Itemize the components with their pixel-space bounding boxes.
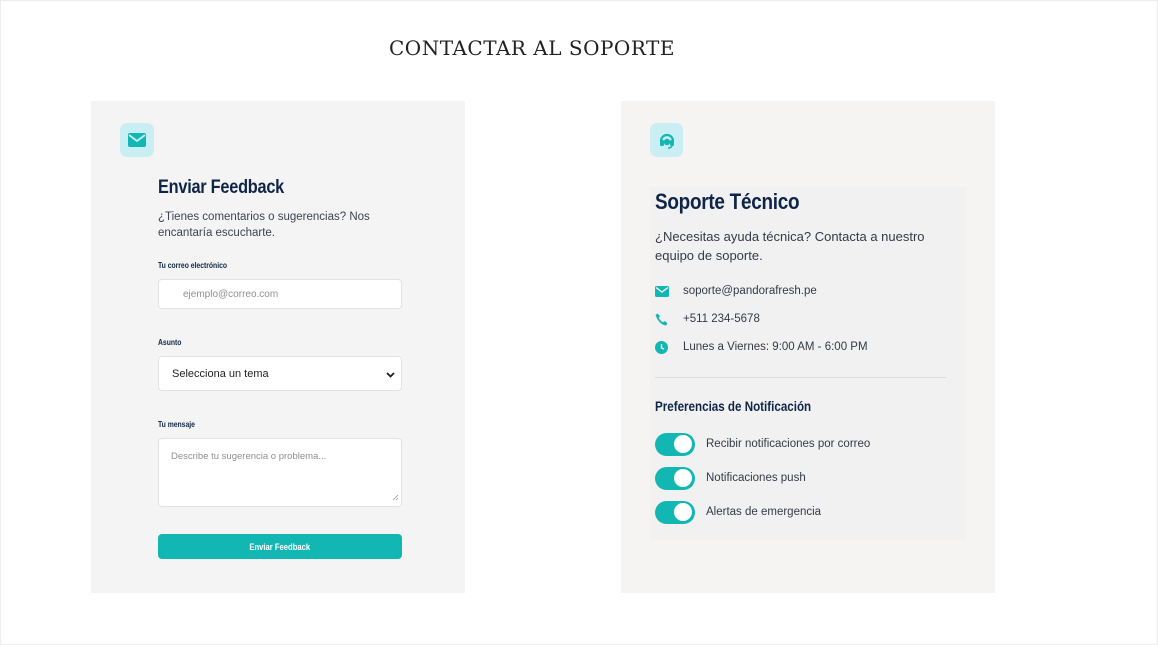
toggle-row-email: Recibir notificaciones por correo xyxy=(655,427,946,461)
contact-list: soporte@pandorafresh.pe +511 234-5678 Lu… xyxy=(655,277,946,361)
notification-toggles: Recibir notificaciones por correo Notifi… xyxy=(655,427,946,529)
contact-phone: +511 234-5678 xyxy=(655,305,946,333)
support-content: Soporte Técnico ¿Necesitas ayuda técnica… xyxy=(655,189,946,529)
phone-icon xyxy=(655,313,683,326)
subject-label: Asunto xyxy=(158,338,182,347)
push-notifications-toggle[interactable] xyxy=(655,466,695,490)
submit-feedback-button[interactable]: Enviar Feedback xyxy=(158,534,402,559)
resize-grip-icon[interactable] xyxy=(392,493,399,504)
page-title: CONTACTAR AL SOPORTE xyxy=(389,36,675,60)
email-notifications-label: Recibir notificaciones por correo xyxy=(706,438,871,450)
feedback-card: Enviar Feedback ¿Tienes comentarios o su… xyxy=(91,101,465,593)
support-card: Soporte Técnico ¿Necesitas ayuda técnica… xyxy=(621,101,995,593)
headset-icon xyxy=(650,123,683,157)
email-notifications-toggle[interactable] xyxy=(655,432,695,456)
toggle-row-push: Notificaciones push xyxy=(655,461,946,495)
support-description: ¿Necesitas ayuda técnica? Contacta a nue… xyxy=(655,229,925,263)
contact-email: soporte@pandorafresh.pe xyxy=(655,277,946,305)
submit-feedback-label: Enviar Feedback xyxy=(249,541,311,552)
message-textarea[interactable]: Describe tu sugerencia o problema... xyxy=(158,438,402,507)
contact-email-text[interactable]: soporte@pandorafresh.pe xyxy=(683,285,817,297)
push-notifications-label: Notificaciones push xyxy=(706,472,806,484)
toggle-knob xyxy=(674,435,692,453)
contact-phone-text[interactable]: +511 234-5678 xyxy=(683,313,760,325)
subject-selected-value: Selecciona un tema xyxy=(172,368,269,380)
toggle-knob xyxy=(674,503,692,521)
emergency-alerts-toggle[interactable] xyxy=(655,500,695,524)
email-label: Tu correo electrónico xyxy=(158,261,228,270)
toggle-knob xyxy=(674,469,692,487)
contact-hours: Lunes a Viernes: 9:00 AM - 6:00 PM xyxy=(655,333,946,361)
email-placeholder: ejemplo@correo.com xyxy=(183,289,279,300)
divider xyxy=(655,377,946,378)
feedback-form: Enviar Feedback ¿Tienes comentarios o su… xyxy=(158,177,402,559)
chevron-down-icon xyxy=(386,369,395,381)
support-title: Soporte Técnico xyxy=(655,189,800,214)
message-label: Tu mensaje xyxy=(158,420,195,429)
clock-icon xyxy=(655,340,683,354)
envelope-icon xyxy=(655,285,683,297)
feedback-title: Enviar Feedback xyxy=(158,177,285,198)
subject-select[interactable]: Selecciona un tema xyxy=(158,356,402,391)
emergency-alerts-label: Alertas de emergencia xyxy=(706,506,822,518)
toggle-row-emergency: Alertas de emergencia xyxy=(655,495,946,529)
notifications-title: Preferencias de Notificación xyxy=(655,399,812,414)
envelope-icon xyxy=(120,123,154,157)
message-placeholder: Describe tu sugerencia o problema... xyxy=(171,451,327,462)
email-field[interactable]: ejemplo@correo.com xyxy=(158,279,402,309)
feedback-description: ¿Tienes comentarios o sugerencias? Nos e… xyxy=(158,211,370,239)
contact-hours-text: Lunes a Viernes: 9:00 AM - 6:00 PM xyxy=(683,341,868,353)
